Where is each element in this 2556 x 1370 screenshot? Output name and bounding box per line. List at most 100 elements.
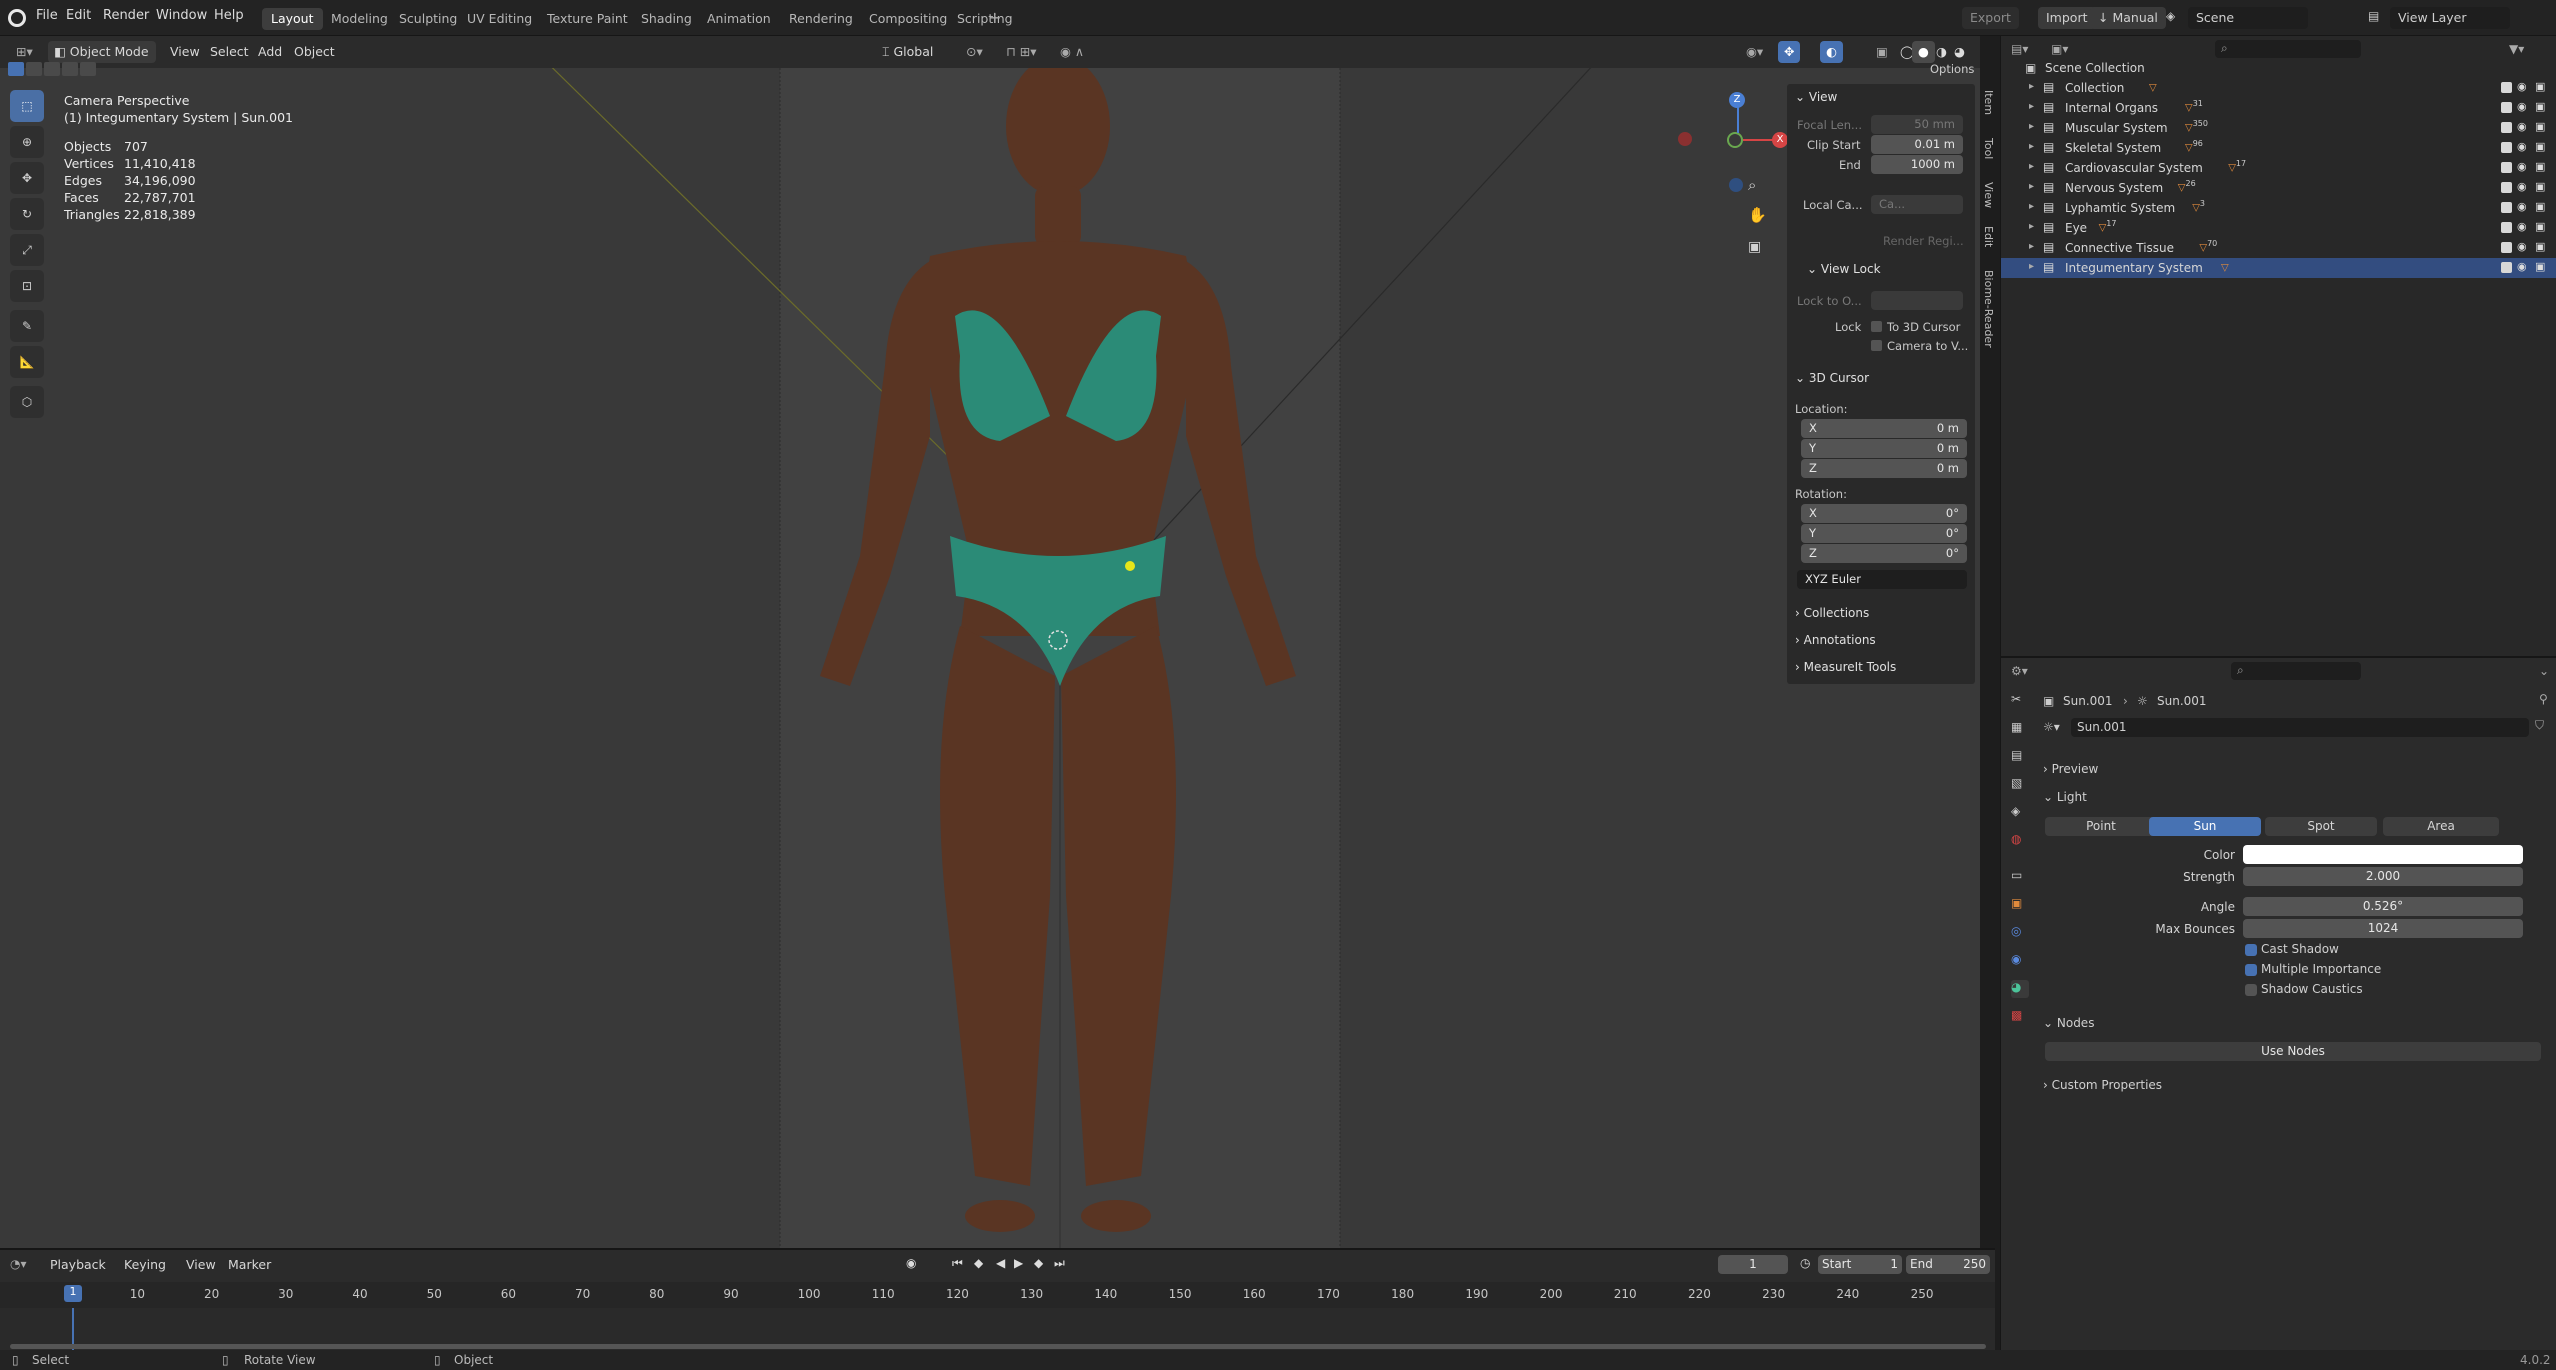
- strength-field[interactable]: 2.000: [2243, 867, 2523, 886]
- expand-arrow-icon[interactable]: ▸: [2029, 261, 2034, 272]
- xray-icon[interactable]: ▣: [1870, 41, 1894, 63]
- view-layer-selector[interactable]: View Layer: [2390, 7, 2510, 29]
- gizmo-y-center[interactable]: [1727, 132, 1743, 148]
- filter-icon[interactable]: ▼▾: [2509, 42, 2524, 56]
- use-nodes-button[interactable]: Use Nodes: [2045, 1042, 2541, 1061]
- scene-selector[interactable]: Scene: [2188, 7, 2308, 29]
- measureit-panel[interactable]: › MeasureIt Tools: [1795, 660, 1896, 674]
- breadcrumb-light[interactable]: Sun.001: [2157, 694, 2207, 708]
- scene-collection-row[interactable]: ▣ Scene Collection: [2001, 58, 2556, 78]
- nodes-panel[interactable]: ⌄ Nodes: [2043, 1016, 2094, 1030]
- next-keyframe-icon[interactable]: ◆: [1034, 1256, 1043, 1270]
- eye-icon[interactable]: ◉: [2517, 180, 2527, 193]
- sidebar-tab-view[interactable]: View: [1975, 182, 1995, 208]
- clock-icon[interactable]: ◷: [1800, 1256, 1810, 1270]
- play-icon[interactable]: ▶: [1014, 1256, 1023, 1270]
- light-datablock-icon[interactable]: ☼▾: [2043, 720, 2060, 734]
- max-bounces-field[interactable]: 1024: [2243, 919, 2523, 938]
- exclude-checkbox[interactable]: [2501, 162, 2512, 173]
- camera-to-view-checkbox[interactable]: [1871, 340, 1882, 351]
- expand-arrow-icon[interactable]: ▸: [2029, 201, 2034, 212]
- workspace-tab-modeling[interactable]: Modeling: [322, 8, 397, 30]
- properties-search-input[interactable]: ⌕: [2231, 662, 2361, 680]
- import-button[interactable]: Import: [2038, 7, 2096, 29]
- manual-button[interactable]: ↓ Manual: [2090, 7, 2166, 29]
- exclude-checkbox[interactable]: [2501, 262, 2512, 273]
- zoom-icon[interactable]: ⌕: [1748, 176, 1756, 194]
- outliner-row-nervous-system[interactable]: ▸ ▤ Nervous System ▽26 ◉ ▣: [2001, 178, 2556, 198]
- camera-render-icon[interactable]: ▣: [2535, 160, 2545, 173]
- rotate-tool-icon[interactable]: ↻: [10, 198, 44, 230]
- exclude-checkbox[interactable]: [2501, 82, 2512, 93]
- gizmo-neg-x[interactable]: [1678, 132, 1692, 146]
- record-icon[interactable]: ◉: [906, 1256, 916, 1270]
- sidebar-tab-tool[interactable]: Tool: [1975, 138, 1995, 159]
- annotate-tool-icon[interactable]: ✎: [10, 310, 44, 342]
- navigation-gizmo[interactable]: Z X: [1678, 86, 1790, 196]
- 3d-viewport[interactable]: Z X ⌕ ✋ ▣: [0, 36, 1980, 1248]
- camera-render-icon[interactable]: ▣: [2535, 80, 2545, 93]
- add-workspace-icon[interactable]: +: [988, 8, 1001, 27]
- eye-icon[interactable]: ◉: [2517, 100, 2527, 113]
- menu-window[interactable]: Window: [156, 8, 207, 23]
- shadow-caustics-checkbox[interactable]: [2245, 984, 2257, 996]
- world-tab-icon[interactable]: ◍: [2011, 832, 2029, 850]
- transform-tool-icon[interactable]: ⊡: [10, 270, 44, 302]
- menu-add[interactable]: Add: [252, 41, 288, 63]
- 3d-cursor-header[interactable]: ⌄ 3D Cursor: [1795, 371, 1869, 385]
- select-mode-icons[interactable]: [8, 62, 102, 78]
- light-type-area[interactable]: Area: [2383, 817, 2499, 836]
- focal-length-field[interactable]: 50 mm: [1871, 115, 1963, 134]
- menu-select[interactable]: Select: [204, 41, 255, 63]
- sun-light-icon[interactable]: [1125, 561, 1135, 571]
- cursor-tool-icon[interactable]: ⊕: [10, 126, 44, 158]
- cursor-rotation-y[interactable]: Y 0°: [1801, 524, 1967, 543]
- menu-file[interactable]: File: [36, 8, 58, 23]
- workspace-tab-layout[interactable]: Layout: [262, 8, 323, 30]
- multiple-importance-checkbox[interactable]: [2245, 964, 2257, 976]
- timeline-view-menu[interactable]: View: [180, 1254, 222, 1276]
- camera-render-icon[interactable]: ▣: [2535, 260, 2545, 273]
- camera-render-icon[interactable]: ▣: [2535, 220, 2545, 233]
- collections-panel[interactable]: › Collections: [1795, 606, 1869, 620]
- visibility-icon[interactable]: ◉▾: [1740, 41, 1769, 63]
- eye-icon[interactable]: ◉: [2517, 80, 2527, 93]
- camera-render-icon[interactable]: ▣: [2535, 100, 2545, 113]
- camera-render-icon[interactable]: ▣: [2535, 240, 2545, 253]
- light-type-sun[interactable]: Sun: [2149, 817, 2261, 836]
- snap-icon[interactable]: ⊓ ⊞▾: [1000, 41, 1042, 63]
- workspace-tab-texture-paint[interactable]: Texture Paint: [538, 8, 637, 30]
- exclude-checkbox[interactable]: [2501, 122, 2512, 133]
- light-color-swatch[interactable]: [2243, 845, 2523, 864]
- playback-menu[interactable]: Playback: [44, 1254, 112, 1276]
- current-frame-field[interactable]: 1: [1718, 1255, 1788, 1274]
- preview-panel[interactable]: › Preview: [2043, 762, 2098, 776]
- light-datablock-name[interactable]: Sun.001: [2071, 718, 2529, 737]
- render-region-checkbox[interactable]: Render Regi...: [1883, 234, 1964, 248]
- eye-icon[interactable]: ◉: [2517, 200, 2527, 213]
- timeline-scrollbar[interactable]: [10, 1344, 1986, 1349]
- properties-editor-icon[interactable]: ⚙▾: [2011, 664, 2028, 678]
- end-frame-field[interactable]: End 250: [1906, 1255, 1990, 1274]
- workspace-tab-scripting[interactable]: Scripting: [948, 8, 1022, 30]
- expand-arrow-icon[interactable]: ▸: [2029, 161, 2034, 172]
- angle-field[interactable]: 0.526°: [2243, 897, 2523, 916]
- eye-icon[interactable]: ◉: [2517, 140, 2527, 153]
- expand-arrow-icon[interactable]: ▸: [2029, 241, 2034, 252]
- editor-type-icon[interactable]: ⊞▾: [10, 41, 39, 63]
- outliner-search-input[interactable]: ⌕: [2215, 40, 2361, 58]
- cursor-location-x[interactable]: X 0 m: [1801, 419, 1967, 438]
- outliner-row-integumentary-system[interactable]: ▸ ▤ Integumentary System ▽ ◉ ▣: [2001, 258, 2556, 278]
- camera-render-icon[interactable]: ▣: [2535, 200, 2545, 213]
- sidebar-tab-item[interactable]: Item: [1975, 90, 1995, 115]
- collection-tab-icon[interactable]: ▭: [2011, 868, 2029, 886]
- export-button[interactable]: Export: [1962, 7, 2019, 29]
- timeline-editor-icon[interactable]: ◔▾: [10, 1257, 27, 1271]
- start-frame-field[interactable]: Start 1: [1818, 1255, 1902, 1274]
- texture-tab-icon[interactable]: ▩: [2011, 1008, 2029, 1026]
- sidebar-tab-edit[interactable]: Edit: [1975, 226, 1995, 247]
- light-data-tab-icon[interactable]: ◕: [2011, 980, 2029, 998]
- current-frame-indicator[interactable]: 1: [64, 1285, 82, 1302]
- gizmo-z-axis[interactable]: Z: [1729, 92, 1745, 108]
- sidebar-tab-biome-reader[interactable]: Biome-Reader: [1975, 270, 1995, 348]
